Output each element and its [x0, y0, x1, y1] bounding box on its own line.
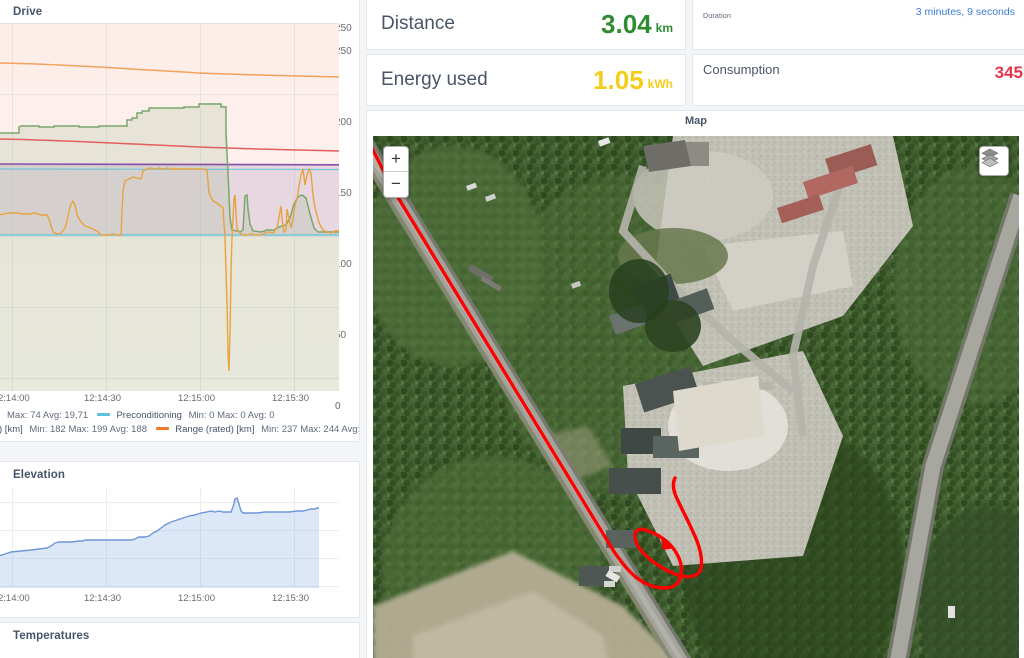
legend-stat-range-est: Min: 182 Max: 199 Avg: 188 — [29, 424, 147, 435]
legend-stat-1: Max: 74 Avg: 19,71 — [7, 410, 89, 421]
consumption-value: 345 — [994, 63, 1023, 82]
duration-stat-row: Duration 3 minutes, 9 seconds — [693, 0, 1024, 49]
distance-value: 3.04 — [601, 9, 652, 39]
map-layers-button[interactable] — [979, 146, 1009, 176]
duration-value: 3 minutes, 9 seconds — [915, 6, 1015, 18]
drive-card-title: Drive — [13, 6, 43, 18]
drive-legend-row-2: ) [km] Min: 182 Max: 199 Avg: 188 Range … — [0, 423, 360, 437]
consumption-stat-row: Consumption 345 — [693, 55, 1024, 105]
map-zoom-out-button[interactable]: − — [384, 172, 408, 197]
legend-stat-preconditioning: Min: 0 Max: 0 Avg: 0 — [188, 410, 275, 421]
legend-swatch-range-rated — [155, 427, 169, 431]
distance-label: Distance — [381, 13, 455, 34]
drive-plot-svg — [0, 23, 339, 391]
energy-value: 1.05 — [593, 65, 644, 95]
elevation-x-tick-1: 12:14:30 — [84, 593, 121, 604]
map-card: Map + − — [366, 110, 1024, 658]
map-zoom-controls[interactable]: + − — [383, 146, 409, 198]
elevation-x-tick-3: 12:15:30 — [272, 593, 309, 604]
legend-name-preconditioning: Preconditioning — [116, 410, 182, 421]
map-imagery — [373, 136, 1019, 658]
drive-x-tick-3: 12:15:30 — [272, 393, 309, 404]
duration-label: Duration — [703, 13, 732, 20]
map-title: Map — [367, 111, 1024, 132]
map-canvas[interactable]: + − — [373, 136, 1019, 658]
drive-chart-card: Drive 250 200 150 100 50 0 250 2:14:00 1… — [0, 0, 360, 442]
temperatures-chart-card: Temperatures ◢ — [0, 622, 360, 658]
legend-name-range-est: ) [km] — [0, 424, 23, 435]
elevation-x-tick-2: 12:15:00 — [178, 593, 215, 604]
energy-stat-row: Energy used 1.05 kWh — [367, 55, 685, 105]
legend-swatch-preconditioning — [96, 413, 110, 417]
drive-legend-row-1: Max: 74 Avg: 19,71 Preconditioning Min: … — [0, 409, 359, 423]
energy-label: Energy used — [381, 69, 488, 90]
drive-x-tick-2: 12:15:00 — [178, 393, 215, 404]
consumption-stat-card: Consumption 345 — [692, 54, 1024, 106]
elevation-x-axis: 2:14:00 12:14:30 12:15:00 12:15:30 — [0, 593, 339, 607]
drive-series-purple — [0, 163, 339, 166]
duration-stat-card: Duration 3 minutes, 9 seconds — [692, 0, 1024, 50]
energy-used-stat-card: Energy used 1.05 kWh — [366, 54, 686, 106]
energy-unit: kWh — [647, 77, 673, 91]
drive-plot — [0, 23, 359, 391]
distance-stat-card: Distance 3.04 km — [366, 0, 686, 50]
elevation-chart-card: Elevation 2:14:00 12:14:30 12:15:00 12:1… — [0, 461, 360, 618]
layers-icon — [981, 148, 999, 167]
drive-x-tick-0: 2:14:00 — [0, 393, 30, 404]
drive-legend: Max: 74 Avg: 19,71 Preconditioning Min: … — [0, 409, 360, 437]
temperatures-card-title: Temperatures — [13, 630, 90, 642]
elevation-plot-svg — [0, 488, 339, 588]
elevation-card-title: Elevation — [13, 469, 66, 481]
drive-x-tick-1: 12:14:30 — [84, 393, 121, 404]
legend-stat-range-rated: Min: 237 Max: 244 Avg: 240 — [261, 424, 360, 435]
map-zoom-in-button[interactable]: + — [384, 147, 408, 172]
distance-stat-row: Distance 3.04 km — [367, 0, 685, 49]
dashboard-root: Drive 250 200 150 100 50 0 250 2:14:00 1… — [0, 0, 1024, 658]
elevation-x-tick-0: 2:14:00 — [0, 593, 30, 604]
legend-name-range-rated: Range (rated) [km] — [175, 424, 255, 435]
elevation-plot — [0, 488, 359, 588]
drive-x-axis: 2:14:00 12:14:30 12:15:00 12:15:30 — [0, 393, 339, 407]
distance-unit: km — [655, 21, 673, 35]
consumption-label: Consumption — [703, 62, 780, 77]
